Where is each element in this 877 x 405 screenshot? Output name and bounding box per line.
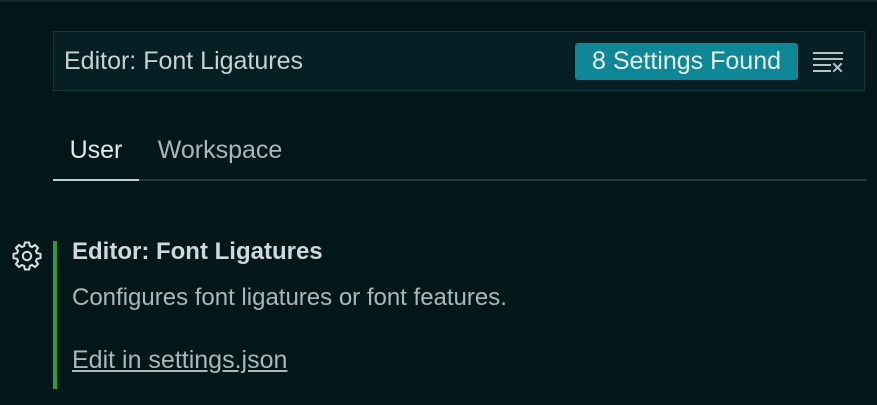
tab-user[interactable]: User — [53, 120, 139, 181]
window-top-border — [0, 0, 877, 2]
modified-indicator — [53, 241, 57, 389]
setting-title: Editor: Font Ligatures — [72, 238, 323, 265]
settings-search-input[interactable] — [54, 32, 575, 90]
settings-scope-tabs: User Workspace — [53, 120, 867, 181]
tab-workspace-label: Workspace — [157, 136, 283, 164]
clear-filter-icon[interactable] — [812, 45, 844, 77]
gear-icon[interactable] — [12, 241, 42, 271]
results-count-badge: 8 Settings Found — [574, 42, 798, 80]
tabs-divider — [53, 179, 867, 181]
edit-in-settings-json-link[interactable]: Edit in settings.json — [72, 346, 287, 375]
settings-search-box[interactable]: 8 Settings Found — [53, 31, 865, 91]
tab-workspace[interactable]: Workspace — [148, 120, 292, 181]
tab-user-label: User — [69, 136, 123, 164]
setting-description: Configures font ligatures or font featur… — [72, 284, 507, 311]
active-tab-indicator — [53, 179, 139, 181]
setting-item-font-ligatures: Editor: Font Ligatures Configures font l… — [0, 238, 877, 390]
